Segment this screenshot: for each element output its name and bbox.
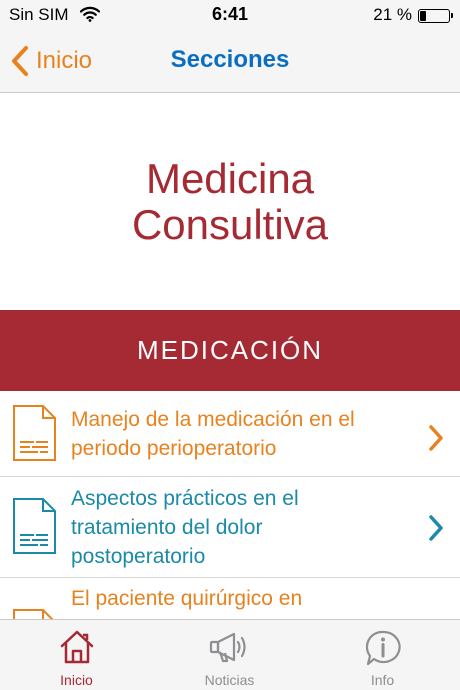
list-item[interactable]: Manejo de la medicación en el periodo pe… — [0, 391, 460, 477]
section-title: MEDICACIÓN — [136, 335, 324, 365]
hero-banner: Medicina Consultiva — [0, 94, 460, 310]
article-list: Manejo de la medicación en el periodo pe… — [0, 391, 460, 665]
list-item-title: Manejo de la medicación en el periodo pe… — [71, 408, 355, 460]
info-icon — [365, 630, 401, 666]
tab-inicio[interactable]: Inicio — [0, 620, 153, 690]
battery-percent: 21 % — [373, 5, 412, 24]
tab-bar: Inicio Noticias Info — [0, 619, 460, 690]
battery-icon — [418, 9, 453, 23]
document-icon — [13, 405, 56, 461]
document-icon — [13, 498, 56, 554]
list-item-title: Aspectos prácticos en el tratamiento del… — [71, 487, 299, 568]
section-header: MEDICACIÓN — [0, 310, 460, 391]
page-title: Secciones — [170, 46, 290, 73]
status-bar: Sin SIM 6:41 21 % — [0, 0, 460, 30]
home-icon — [60, 630, 93, 664]
tab-noticias[interactable]: Noticias — [153, 620, 306, 690]
battery-fill — [420, 11, 426, 21]
megaphone-icon — [209, 632, 246, 663]
chevron-right-icon — [429, 515, 443, 541]
tab-label: Inicio — [60, 672, 93, 688]
list-item-title: El paciente quirúrgico en — [71, 587, 303, 610]
list-item[interactable]: Aspectos prácticos en el tratamiento del… — [0, 477, 460, 578]
hero-title: Medicina Consultiva — [131, 155, 329, 248]
chevron-right-icon — [429, 425, 443, 451]
navigation-bar: Inicio Secciones — [0, 30, 460, 93]
tab-info[interactable]: Info — [306, 620, 459, 690]
tab-label: Noticias — [204, 672, 255, 688]
tab-label: Info — [370, 672, 395, 688]
